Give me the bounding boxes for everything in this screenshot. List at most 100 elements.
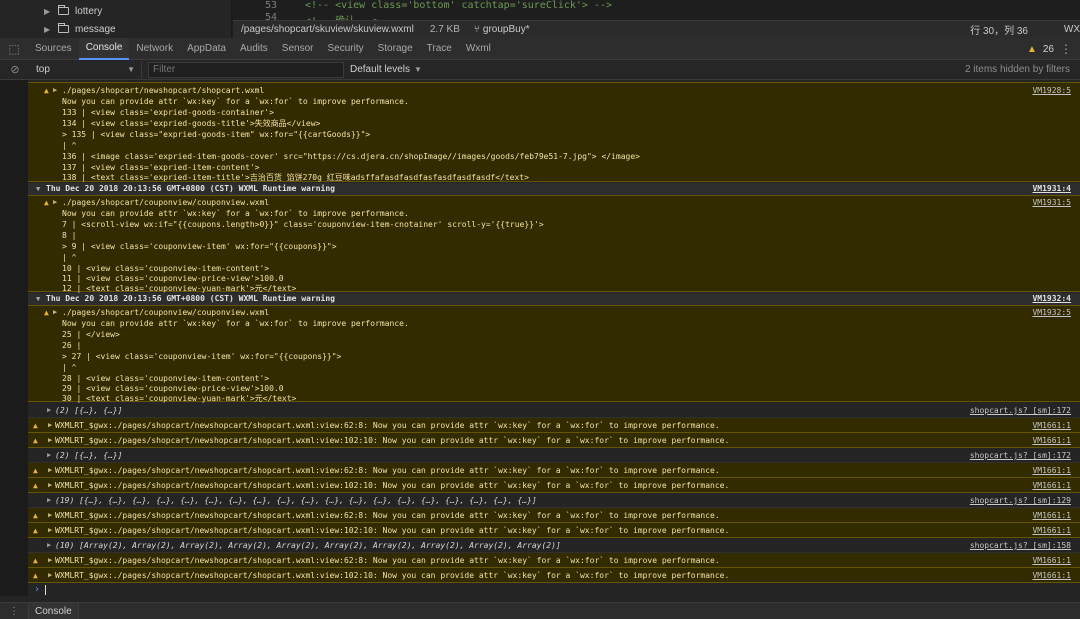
editor-status-bar: /pages/shopcart/skuview/skuview.wxml 2.7… — [233, 20, 1080, 38]
expand-arrow-icon[interactable]: ▶ — [53, 85, 57, 96]
language-mode[interactable]: WX — [1064, 24, 1080, 35]
warning-line: Now you can provide attr `wx:key` for a … — [28, 96, 1080, 107]
log-text: (2) [{…}, {…}] — [55, 451, 123, 460]
expand-arrow-icon[interactable]: ▶ — [47, 493, 51, 508]
more-options-icon[interactable]: ⋮ — [1060, 42, 1072, 56]
warning-row[interactable]: ▲ ▶ WXMLRT_$gwx:./pages/shopcart/newshop… — [28, 418, 1080, 433]
tab-trace[interactable]: Trace — [420, 38, 459, 60]
line-number: 53 — [264, 0, 277, 11]
source-link[interactable]: VM1932:5 — [1032, 307, 1071, 318]
source-link[interactable]: VM1661:1 — [1032, 463, 1071, 478]
warning-count[interactable]: 26 — [1043, 44, 1054, 55]
console-log-area[interactable]: ▲ ▶ ./pages/shopcart/newshopcart/shopcar… — [28, 80, 1080, 596]
warning-row[interactable]: ▲ ▶ WXMLRT_$gwx:./pages/shopcart/newshop… — [28, 523, 1080, 538]
code-frame-text: 25 | </view> — [62, 330, 120, 339]
tab-console[interactable]: Console — [78, 37, 130, 60]
warning-line[interactable]: ▲ ▶ ./pages/shopcart/couponview/couponvi… — [28, 307, 1080, 318]
folder-icon — [58, 23, 69, 33]
source-link[interactable]: VM1932:4 — [1032, 293, 1071, 305]
cursor-position[interactable]: 行 30，列 36 — [970, 22, 1028, 37]
log-row[interactable]: ▶ (10) [Array(2), Array(2), Array(2), Ar… — [28, 538, 1080, 553]
log-row[interactable]: ▶ (2) [{…}, {…}] shopcart.js? [sm]:172 — [28, 448, 1080, 463]
devtools-tab-right: ▲ 26 ⋮ — [1027, 38, 1072, 60]
collapse-arrow-icon[interactable]: ▼ — [36, 183, 40, 195]
warning-row[interactable]: ▲ ▶ WXMLRT_$gwx:./pages/shopcart/newshop… — [28, 478, 1080, 493]
tab-network[interactable]: Network — [129, 38, 180, 60]
warning-row[interactable]: ▲ ▶ WXMLRT_$gwx:./pages/shopcart/newshop… — [28, 433, 1080, 448]
expand-arrow-icon[interactable]: ▶ — [47, 403, 51, 418]
warning-row[interactable]: ▲ ▶ WXMLRT_$gwx:./pages/shopcart/newshop… — [28, 568, 1080, 583]
git-branch[interactable]: ⑂ groupBuy* — [474, 24, 530, 35]
filter-input[interactable] — [148, 61, 344, 78]
code-editor[interactable]: 53 <!-- <view class='bottom' catchtap='s… — [233, 0, 1080, 21]
drawer-tab-console[interactable]: Console — [28, 602, 79, 619]
expand-arrow-icon[interactable]: ▶ — [48, 478, 52, 493]
expand-arrow-icon[interactable]: ▶ — [47, 538, 51, 553]
source-link[interactable]: VM1661:1 — [1032, 523, 1071, 538]
expand-arrow-icon[interactable]: ▶ — [48, 523, 52, 538]
collapse-arrow-icon[interactable]: ▼ — [36, 293, 40, 305]
warning-message: ▲ ▶ ./pages/shopcart/newshopcart/shopcar… — [28, 82, 1080, 182]
inspect-element-icon[interactable]: ⬚ — [0, 38, 28, 60]
log-row[interactable]: ▶ (19) [{…}, {…}, {…}, {…}, {…}, {…}, {…… — [28, 493, 1080, 508]
chevron-right-icon[interactable]: ▶ — [44, 7, 52, 16]
source-link[interactable]: VM1931:4 — [1032, 183, 1071, 195]
clear-console-icon[interactable]: ⊘ — [0, 63, 30, 76]
tab-audits[interactable]: Audits — [233, 38, 275, 60]
log-group-header[interactable]: ▼ Thu Dec 20 2018 20:13:56 GMT+0800 (CST… — [28, 183, 1080, 195]
warning-icon[interactable]: ▲ — [1027, 44, 1037, 55]
chevron-right-icon[interactable]: ▶ — [44, 25, 52, 34]
expand-arrow-icon[interactable]: ▶ — [47, 448, 51, 463]
source-link[interactable]: VM1661:1 — [1032, 568, 1071, 583]
warning-row[interactable]: ▲ ▶ WXMLRT_$gwx:./pages/shopcart/newshop… — [28, 463, 1080, 478]
code-frame-text: 133 | <view class='expried-goods-contain… — [62, 108, 274, 117]
code-frame-line: | ^ — [28, 140, 1080, 151]
console-left-margin — [0, 80, 28, 596]
log-row[interactable]: ▶ (2) [{…}, {…}] shopcart.js? [sm]:172 — [28, 403, 1080, 418]
source-link[interactable]: shopcart.js? [sm]:172 — [970, 403, 1071, 418]
source-link[interactable]: VM1661:1 — [1032, 508, 1071, 523]
expand-arrow-icon[interactable]: ▶ — [48, 463, 52, 478]
tab-storage[interactable]: Storage — [371, 38, 420, 60]
expand-arrow-icon[interactable]: ▶ — [53, 197, 57, 208]
source-link[interactable]: VM1928:5 — [1032, 85, 1071, 96]
source-link[interactable]: shopcart.js? [sm]:158 — [970, 538, 1071, 553]
tab-wxml[interactable]: Wxml — [459, 38, 498, 60]
code-frame-line: 25 | </view> — [28, 329, 1080, 340]
tab-security[interactable]: Security — [320, 38, 370, 60]
code-frame-text: > 9 | <view class='couponview-item' wx:f… — [62, 242, 337, 251]
expand-arrow-icon[interactable]: ▶ — [48, 568, 52, 583]
source-link[interactable]: VM1661:1 — [1032, 433, 1071, 448]
expand-arrow-icon[interactable]: ▶ — [48, 433, 52, 448]
tab-appdata[interactable]: AppData — [180, 38, 233, 60]
warning-line[interactable]: ▲ ▶ ./pages/shopcart/couponview/couponvi… — [28, 197, 1080, 208]
source-link[interactable]: VM1931:5 — [1032, 197, 1071, 208]
source-link[interactable]: VM1661:1 — [1032, 418, 1071, 433]
source-link[interactable]: shopcart.js? [sm]:172 — [970, 448, 1071, 463]
drawer-menu-icon[interactable]: ⋮ — [0, 606, 28, 617]
tree-item-lottery[interactable]: ▶ lottery — [44, 3, 102, 19]
console-prompt[interactable]: › — [28, 583, 1080, 596]
code-frame-line: 134 | <view class='expried-goods-title'>… — [28, 118, 1080, 129]
expand-arrow-icon[interactable]: ▶ — [48, 553, 52, 568]
source-link[interactable]: shopcart.js? [sm]:129 — [970, 493, 1071, 508]
log-group-header[interactable]: ▼ Thu Dec 20 2018 20:13:56 GMT+0800 (CST… — [28, 293, 1080, 305]
expand-arrow-icon[interactable]: ▶ — [48, 508, 52, 523]
expand-arrow-icon[interactable]: ▶ — [48, 418, 52, 433]
log-levels-dropdown[interactable]: Default levels ▼ — [350, 64, 422, 75]
code-line[interactable]: <!-- <view class='bottom' catchtap='sure… — [305, 0, 612, 11]
warning-row[interactable]: ▲ ▶ WXMLRT_$gwx:./pages/shopcart/newshop… — [28, 508, 1080, 523]
warning-line[interactable]: ▲ ▶ ./pages/shopcart/newshopcart/shopcar… — [28, 85, 1080, 96]
warning-icon: ▲ — [44, 198, 49, 207]
tab-sources[interactable]: Sources — [28, 38, 79, 60]
warning-row[interactable]: ▲ ▶ WXMLRT_$gwx:./pages/shopcart/newshop… — [28, 553, 1080, 568]
warning-text: Now you can provide attr `wx:key` for a … — [62, 319, 409, 328]
source-link[interactable]: VM1661:1 — [1032, 553, 1071, 568]
tab-sensor[interactable]: Sensor — [275, 38, 321, 60]
source-link[interactable]: VM1661:1 — [1032, 478, 1071, 493]
expand-arrow-icon[interactable]: ▶ — [53, 307, 57, 318]
context-selector[interactable]: top ▼ — [32, 61, 142, 78]
code-frame-line: 26 | — [28, 340, 1080, 351]
log-levels-label: Default levels — [350, 64, 411, 75]
tree-item-message[interactable]: ▶ message — [44, 21, 116, 37]
